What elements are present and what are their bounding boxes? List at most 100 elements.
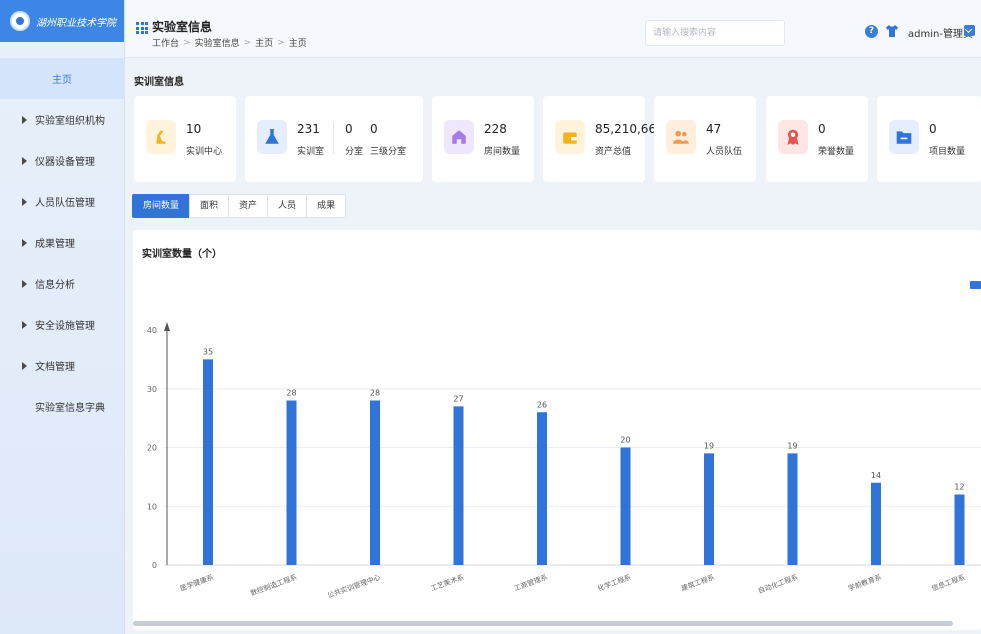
bar [620,447,631,565]
y-tick-label: 0 [152,561,157,570]
logo-text: 湖州职业技术学院 [36,17,116,29]
breadcrumb-item[interactable]: 实验室信息 [195,36,240,49]
bar-data-label: 12 [954,483,964,492]
logo[interactable]: 湖州职业技术学院 [0,0,124,42]
caret-right-icon [22,279,27,288]
stat-value: 10 [186,122,202,136]
app-grid-icon[interactable] [136,22,148,34]
award-icon [778,120,808,154]
help-icon[interactable]: ? [865,25,878,38]
sidebar-item-1[interactable]: 实验室组织机构 [0,99,124,140]
caret-right-icon [22,238,27,247]
sidebar: 湖州职业技术学院 主页实验室组织机构仪器设备管理人员队伍管理成果管理信息分析安全… [0,0,125,634]
tab-0[interactable]: 房间数量 [132,194,191,218]
sidebar-item-3[interactable]: 人员队伍管理 [0,181,124,222]
user-dropdown-icon[interactable] [964,25,975,36]
sidebar-item-7[interactable]: 文档管理 [0,345,124,386]
x-category-label: 医学健康系 [179,572,215,592]
x-category-label: 工艺美术系 [429,572,465,592]
section-title: 实训室信息 [134,77,184,88]
sidebar-item-label: 实验室信息字典 [35,403,105,414]
stat-card-6[interactable]: 0 项目数量 [877,96,981,182]
sidebar-item-6[interactable]: 安全设施管理 [0,304,124,345]
breadcrumb: 工作台 > 实验室信息 > 主页 > 主页 [152,36,307,50]
sidebar-item-label: 成果管理 [35,239,75,250]
training-center-icon [146,120,176,154]
breadcrumb-item[interactable]: 主页 [289,36,307,49]
bar [787,453,798,565]
bar [453,406,464,565]
breadcrumb-item[interactable]: 工作台 [152,36,179,49]
bar-data-label: 28 [286,389,296,398]
breadcrumb-separator: > [277,37,285,48]
stat-card-3[interactable]: 85,210,660 资产总值 [543,96,664,182]
bar [537,412,547,565]
y-tick-label: 30 [147,385,157,394]
stat-label: 项目数量 [929,147,966,157]
sidebar-item-label: 信息分析 [35,280,75,291]
bar [203,359,213,565]
caret-right-icon [22,115,27,124]
sidebar-menu: 主页实验室组织机构仪器设备管理人员队伍管理成果管理信息分析安全设施管理 文档管理实… [0,58,124,427]
caret-right-icon [22,361,27,370]
bar-data-label: 14 [871,471,881,480]
tab-2[interactable]: 资产 [228,194,269,218]
wallet-icon [555,120,585,154]
x-category-label: 学前教育系 [847,572,883,592]
tab-4[interactable]: 成果 [306,194,347,218]
sidebar-item-label: 文档管理 [35,362,75,373]
school-emblem-icon [10,11,30,31]
stat-label: 荣誉数量 [818,147,855,157]
house-icon [444,120,474,154]
stat-card-5[interactable]: 0 荣誉数量 [766,96,868,182]
x-category-label: 数控制造工程系 [249,572,298,597]
chart-panel: 实训室数量（个） 0 10 20 30 40 35 医学健康系 28 数控制造工程系 28 公共实训… [133,230,981,630]
stat-label: 人员队伍 [706,147,743,157]
bar-data-label: 19 [787,441,797,450]
flask-icon [257,120,287,154]
x-category-label: 自动化工程系 [757,572,800,595]
tab-1[interactable]: 面积 [189,194,230,218]
stat-card-1[interactable]: 231 实训室 0 分室 0 三级分室 [245,96,423,182]
bar-chart: 0 10 20 30 40 35 医学健康系 28 数控制造工程系 28 公共实训管理中心 27 工艺美… [147,322,981,600]
stat-sub-label: 分室 [345,147,364,157]
stat-label: 实训室 [297,147,325,157]
theme-shirt-icon[interactable] [885,24,899,38]
y-axis-arrow [164,322,170,331]
stat-value: 231 [297,122,320,136]
sidebar-item-label: 仪器设备管理 [35,157,95,168]
caret-right-icon [22,320,27,329]
stat-divider [333,122,334,154]
people-icon [666,120,696,154]
sidebar-item-4[interactable]: 成果管理 [0,222,124,263]
sidebar-item-label: 安全设施管理 [35,321,95,332]
sidebar-item-0[interactable]: 主页 [0,58,124,99]
y-tick-label: 40 [147,326,157,335]
x-category-label: 信息工程系 [930,572,966,592]
stat-sub-value: 0 [345,122,353,136]
stat-card-2[interactable]: 228 房间数量 [432,96,534,182]
breadcrumb-separator: > [183,37,191,48]
sidebar-item-8[interactable]: 实验室信息字典 [0,386,124,427]
sidebar-item-label: 主页 [52,75,72,86]
caret-right-icon [22,156,27,165]
stat-value: 228 [484,122,507,136]
search-input[interactable] [645,20,785,46]
sidebar-item-5[interactable]: 信息分析 [0,263,124,304]
stat-value: 47 [706,122,722,136]
header: 实验室信息 工作台>实验室信息>主页>主页 ? admin-管理员 [126,0,981,58]
breadcrumb-item[interactable]: 主页 [255,36,273,49]
bar-data-label: 27 [453,394,463,403]
x-category-label: 建筑工程系 [680,572,716,592]
stat-card-4[interactable]: 47 人员队伍 [654,96,756,182]
stat-card-0[interactable]: 10 实训中心 [134,96,236,182]
tab-3[interactable]: 人员 [267,194,308,218]
bar-data-label: 19 [704,441,714,450]
chart-tabs: 房间数量 面积 资产 人员 成果 [132,194,347,218]
stat-value: 0 [818,122,826,136]
bar [871,482,881,565]
caret-right-icon [22,197,27,206]
sidebar-item-2[interactable]: 仪器设备管理 [0,140,124,181]
bar-data-label: 20 [620,436,630,445]
horizontal-scrollbar[interactable] [133,621,953,626]
